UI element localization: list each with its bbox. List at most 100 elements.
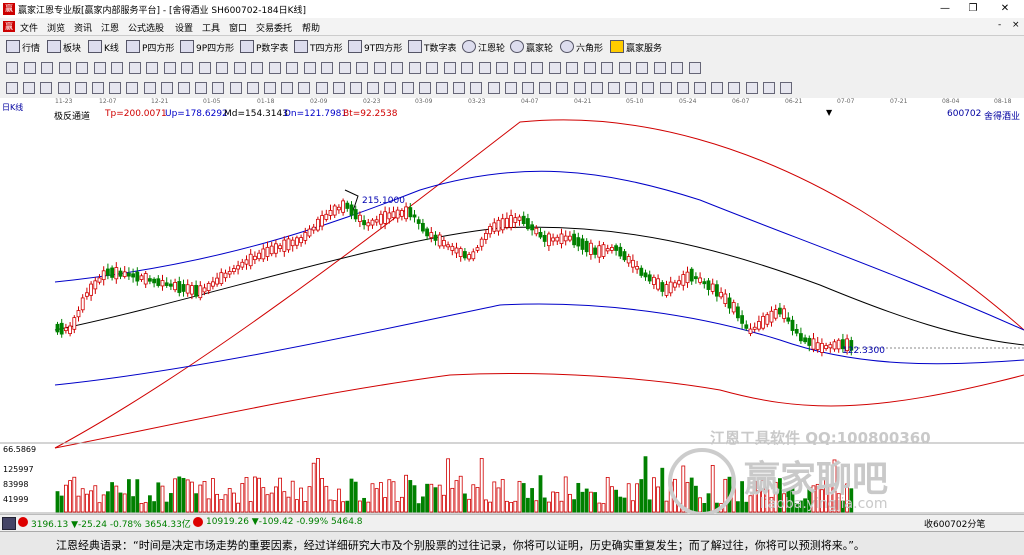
analysis-tool-icon[interactable] (676, 82, 689, 94)
drawing-tool-icon[interactable] (513, 62, 526, 74)
analysis-tool-icon[interactable] (298, 82, 311, 94)
analysis-tool-icon[interactable] (694, 82, 706, 94)
drawing-tool-icon[interactable] (426, 62, 438, 74)
drawing-tool-icon[interactable] (443, 62, 456, 74)
analysis-tool-icon[interactable] (384, 82, 397, 94)
analysis-tool-icon[interactable] (23, 82, 36, 94)
drawing-tool-icon[interactable] (636, 62, 648, 74)
analysis-tool-icon[interactable] (522, 82, 534, 94)
drawing-tool-icon[interactable] (496, 62, 508, 74)
drawing-tool-icon[interactable] (111, 62, 123, 74)
analysis-tool-icon[interactable] (487, 82, 500, 94)
menu-browse[interactable]: 浏览 (47, 21, 65, 34)
menu-file[interactable]: 文件 (20, 21, 38, 34)
drawing-tool-icon[interactable] (58, 62, 71, 74)
drawing-tool-icon[interactable] (338, 62, 351, 74)
drawing-tool-icon[interactable] (146, 62, 158, 74)
analysis-tool-icon[interactable] (453, 82, 466, 94)
child-close-button[interactable]: × (1012, 20, 1020, 30)
analysis-tool-icon[interactable] (659, 82, 672, 94)
restore-button[interactable]: ❐ (958, 0, 988, 18)
drawing-tool-icon[interactable] (268, 62, 281, 74)
analysis-tool-icon[interactable] (573, 82, 586, 94)
analysis-tool-icon[interactable] (780, 82, 792, 94)
analysis-tool-icon[interactable] (109, 82, 122, 94)
drawing-tool-icon[interactable] (601, 62, 613, 74)
analysis-tool-icon[interactable] (556, 82, 569, 94)
drawing-tool-icon[interactable] (216, 62, 228, 74)
menu-window[interactable]: 窗口 (229, 21, 247, 34)
drawing-tool-icon[interactable] (688, 62, 701, 74)
drawing-tool-icon[interactable] (408, 62, 421, 74)
quotes-button[interactable]: 行情 (6, 40, 40, 54)
drawing-tool-icon[interactable] (321, 62, 333, 74)
analysis-tool-icon[interactable] (745, 82, 758, 94)
analysis-tool-icon[interactable] (504, 82, 517, 94)
analysis-tool-icon[interactable] (195, 82, 208, 94)
analysis-tool-icon[interactable] (6, 82, 18, 94)
analysis-tool-icon[interactable] (728, 82, 741, 94)
drawing-tool-icon[interactable] (583, 62, 596, 74)
analysis-tool-icon[interactable] (178, 82, 190, 94)
analysis-tool-icon[interactable] (212, 82, 225, 94)
analysis-tool-icon[interactable] (608, 82, 620, 94)
analysis-tool-icon[interactable] (711, 82, 724, 94)
drawing-tool-icon[interactable] (653, 62, 666, 74)
analysis-tool-icon[interactable] (74, 82, 87, 94)
analysis-tool-icon[interactable] (470, 82, 483, 94)
child-minimize-button[interactable]: - (998, 20, 1001, 30)
drawing-tool-icon[interactable] (163, 62, 176, 74)
analysis-tool-icon[interactable] (229, 82, 242, 94)
menu-trade[interactable]: 交易委托 (256, 21, 292, 34)
drawing-tool-icon[interactable] (76, 62, 88, 74)
drawing-tool-icon[interactable] (548, 62, 561, 74)
9p-square-button[interactable]: 9P四方形 (180, 40, 234, 54)
analysis-tool-icon[interactable] (57, 82, 70, 94)
drawing-tool-icon[interactable] (198, 62, 211, 74)
t-square-button[interactable]: T四方形 (294, 40, 343, 54)
drawing-tool-icon[interactable] (461, 62, 473, 74)
winner-service-button[interactable]: 赢家服务 (610, 40, 662, 54)
analysis-tool-icon[interactable] (126, 82, 139, 94)
drawing-tool-icon[interactable] (6, 62, 18, 74)
drawing-tool-icon[interactable] (23, 62, 36, 74)
drawing-tool-icon[interactable] (128, 62, 141, 74)
sector-button[interactable]: 板块 (47, 40, 81, 54)
drawing-tool-icon[interactable] (251, 62, 263, 74)
analysis-tool-icon[interactable] (762, 82, 775, 94)
gann-wheel-button[interactable]: 江恩轮 (462, 40, 505, 54)
menu-gann[interactable]: 江恩 (101, 21, 119, 34)
analysis-tool-icon[interactable] (625, 82, 638, 94)
winner-wheel-button[interactable]: 赢家轮 (510, 40, 553, 54)
menu-tools[interactable]: 工具 (202, 21, 220, 34)
drawing-tool-icon[interactable] (531, 62, 543, 74)
analysis-tool-icon[interactable] (246, 82, 259, 94)
analysis-tool-icon[interactable] (418, 82, 431, 94)
menu-info[interactable]: 资讯 (74, 21, 92, 34)
analysis-tool-icon[interactable] (642, 82, 655, 94)
menu-settings[interactable]: 设置 (175, 21, 193, 34)
drawing-tool-icon[interactable] (41, 62, 53, 74)
drawing-tool-icon[interactable] (286, 62, 298, 74)
analysis-tool-icon[interactable] (264, 82, 276, 94)
analysis-tool-icon[interactable] (143, 82, 156, 94)
analysis-tool-icon[interactable] (315, 82, 328, 94)
kline-button[interactable]: K线 (88, 40, 119, 54)
drawing-tool-icon[interactable] (566, 62, 578, 74)
drawing-tool-icon[interactable] (478, 62, 491, 74)
close-button[interactable]: ✕ (990, 0, 1020, 18)
analysis-tool-icon[interactable] (40, 82, 53, 94)
hexagon-button[interactable]: 六角形 (560, 40, 603, 54)
p-square-button[interactable]: P四方形 (126, 40, 174, 54)
drawing-tool-icon[interactable] (671, 62, 683, 74)
drawing-tool-icon[interactable] (373, 62, 386, 74)
tick-detail-label[interactable]: 收600702分笔 (924, 517, 985, 530)
analysis-tool-icon[interactable] (350, 82, 362, 94)
menu-help[interactable]: 帮助 (302, 21, 320, 34)
drawing-tool-icon[interactable] (391, 62, 403, 74)
drawing-tool-icon[interactable] (233, 62, 246, 74)
analysis-tool-icon[interactable] (401, 82, 414, 94)
9t-square-button[interactable]: 9T四方形 (348, 40, 402, 54)
drawing-tool-icon[interactable] (356, 62, 368, 74)
analysis-tool-icon[interactable] (332, 82, 345, 94)
